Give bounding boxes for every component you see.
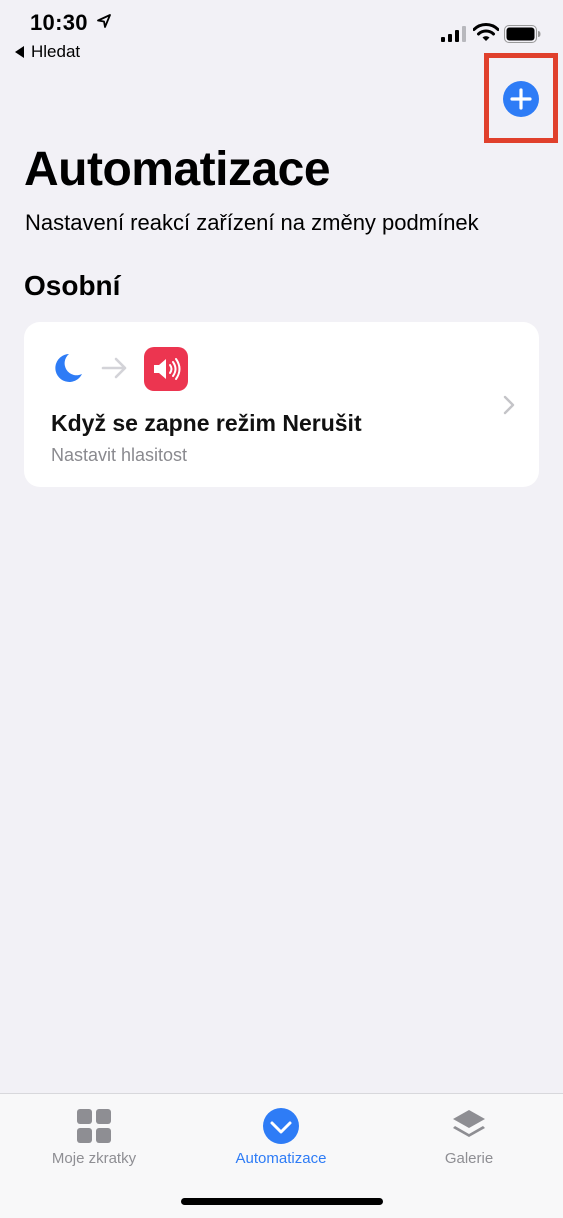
arrow-right-icon xyxy=(101,357,127,379)
back-to-search-link[interactable]: Hledat xyxy=(15,42,80,62)
tab-label: Moje zkratky xyxy=(51,1150,137,1167)
checkmark-circle-icon xyxy=(263,1108,299,1144)
automation-card[interactable]: Když se zapne režim Nerušit Nastavit hla… xyxy=(24,322,539,487)
tab-gallery[interactable]: Galerie xyxy=(389,1106,549,1167)
grid-icon xyxy=(77,1109,111,1143)
back-triangle-icon xyxy=(15,46,24,58)
moon-icon xyxy=(55,354,82,382)
tab-automation[interactable]: Automatizace xyxy=(201,1106,361,1167)
battery-icon xyxy=(504,25,541,43)
location-arrow-icon xyxy=(97,14,111,28)
automation-subtitle: Nastavit hlasitost xyxy=(51,445,188,465)
add-automation-button[interactable] xyxy=(503,81,539,117)
tab-my-shortcuts[interactable]: Moje zkratky xyxy=(14,1106,174,1167)
home-indicator[interactable] xyxy=(181,1198,383,1205)
back-label: Hledat xyxy=(31,42,81,61)
chevron-right-icon xyxy=(503,395,515,415)
plus-icon xyxy=(510,88,532,110)
section-title-personal: Osobní xyxy=(24,270,121,301)
speaker-volume-icon xyxy=(144,347,188,391)
automation-title: Když se zapne režim Nerušit xyxy=(51,410,362,436)
page-title: Automatizace xyxy=(24,143,331,196)
status-bar: 10:30 xyxy=(0,0,563,44)
tab-label: Automatizace xyxy=(235,1150,327,1167)
status-time: 10:30 xyxy=(30,10,88,35)
cellular-signal-icon xyxy=(441,26,466,42)
page-subtitle: Nastavení reakcí zařízení na změny podmí… xyxy=(25,210,479,235)
layers-icon xyxy=(453,1110,485,1137)
wifi-icon xyxy=(473,23,499,41)
tab-label: Galerie xyxy=(444,1150,494,1167)
